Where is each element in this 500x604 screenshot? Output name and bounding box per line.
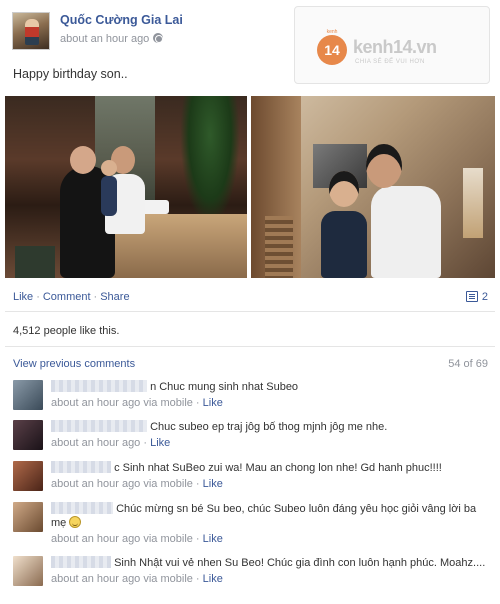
author-name[interactable]: Quốc Cường Gia Lai: [60, 13, 183, 27]
comment-link[interactable]: Comment: [43, 291, 91, 303]
author-avatar[interactable]: [12, 12, 50, 50]
comment-text: n Chuc mung sinh nhat Subeo: [150, 381, 299, 393]
share-link[interactable]: Share: [100, 291, 129, 303]
comment-count-value: 2: [481, 291, 488, 303]
smiley-icon: [69, 516, 82, 528]
divider: [5, 346, 495, 347]
comment-meta: about an hour ago via mobile · Like: [51, 532, 491, 546]
watermark: kenh 14 kenh14.vn CHIA SẺ ĐỂ VUI HƠN: [294, 6, 490, 84]
photo-child: [101, 176, 117, 216]
redacted-name: [51, 502, 113, 514]
redacted-name: [51, 556, 111, 568]
post-timestamp[interactable]: about an hour ago: [60, 33, 164, 45]
comment-like-link[interactable]: Like: [203, 533, 223, 545]
post-photo-2[interactable]: [251, 96, 495, 278]
watermark-brand: kenh14.vn: [353, 37, 437, 57]
comment-time: about an hour ago via mobile ·: [51, 573, 203, 585]
photo-person-head: [366, 144, 402, 188]
commenter-avatar[interactable]: [13, 420, 43, 450]
kenh14-logo-icon: 14: [317, 35, 347, 65]
photo-child: [321, 211, 367, 278]
comment-text: Chúc mừng sn bé Su beo, chúc Subeo luôn …: [51, 503, 477, 529]
photo-plant: [180, 96, 240, 226]
commenter-avatar[interactable]: [13, 502, 43, 532]
comment-like-link[interactable]: Like: [203, 478, 223, 490]
redacted-name: [51, 461, 111, 473]
likes-summary[interactable]: 4,512 people like this.: [13, 325, 119, 337]
divider: [5, 311, 495, 312]
likes-text: 4,512 people like this.: [13, 325, 120, 337]
post-text: Happy birthday son..: [13, 67, 128, 81]
comment-meta: about an hour ago · Like: [51, 436, 491, 450]
photo-person-head: [70, 146, 96, 174]
like-link[interactable]: Like: [13, 291, 33, 303]
comment-like-link[interactable]: Like: [203, 397, 223, 409]
post-photo-1[interactable]: [5, 96, 247, 278]
photo-child-head: [329, 171, 359, 207]
comment-text: Chuc subeo ep traj jôg bố thog mjnh jôg …: [150, 421, 388, 433]
comment-count[interactable]: 2: [465, 291, 488, 303]
comment-time: about an hour ago via mobile ·: [51, 533, 203, 545]
redacted-name: [51, 380, 147, 392]
comment-text: c Sinh nhat SuBeo zui wa! Mau an chong l…: [114, 462, 442, 474]
comment-time: about an hour ago via mobile ·: [51, 478, 203, 490]
comment-icon: [465, 291, 478, 302]
comment-text: Sinh Nhật vui vẻ nhen Su Beo! Chúc gia đ…: [114, 557, 486, 569]
globe-icon: [153, 33, 164, 43]
comment-meta: about an hour ago via mobile · Like: [51, 477, 491, 491]
comment-meta: about an hour ago via mobile · Like: [51, 396, 491, 410]
comment-time: about an hour ago via mobile ·: [51, 397, 203, 409]
photo-person: [371, 186, 441, 278]
watermark-logo-top: kenh: [326, 29, 338, 35]
photo-lamp: [463, 168, 483, 238]
view-previous-comments[interactable]: View previous comments: [13, 358, 135, 370]
photo-chair: [15, 246, 55, 278]
commenter-avatar[interactable]: [13, 556, 43, 586]
post-actions: Like · Comment · Share: [13, 291, 130, 303]
watermark-tagline: CHIA SẺ ĐỂ VUI HƠN: [355, 59, 425, 65]
photo-child-head: [101, 160, 117, 176]
separator: ·: [36, 291, 40, 303]
comment-meta: about an hour ago via mobile · Like: [51, 572, 491, 586]
comment-time: about an hour ago ·: [51, 437, 151, 449]
comment-like-link[interactable]: Like: [203, 573, 223, 585]
photo-shelf: [265, 216, 293, 278]
redacted-name: [51, 420, 147, 432]
comment-page-count: 54 of 69: [448, 358, 488, 370]
commenter-avatar[interactable]: [13, 461, 43, 491]
commenter-avatar[interactable]: [13, 380, 43, 410]
comment-like-link[interactable]: Like: [150, 437, 170, 449]
separator: ·: [93, 291, 98, 303]
